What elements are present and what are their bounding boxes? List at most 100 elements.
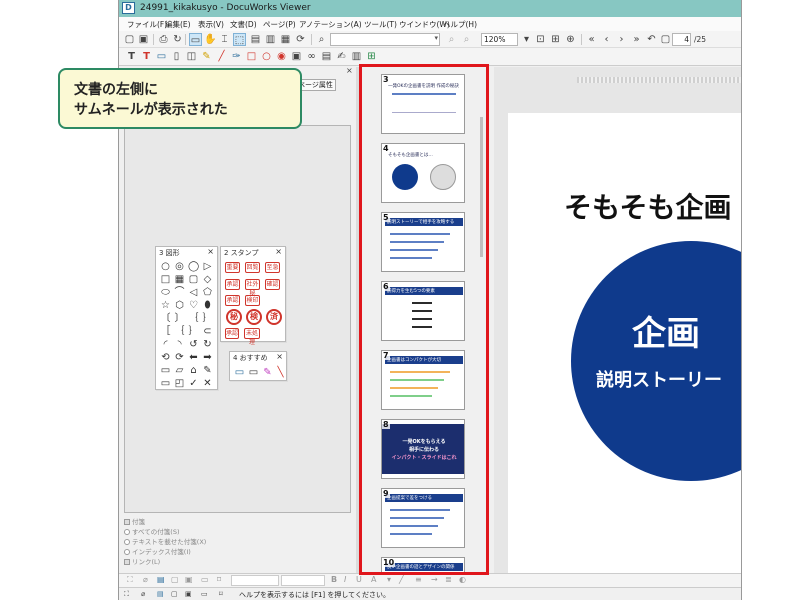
print-icon[interactable]: ⎙ <box>157 33 170 46</box>
text-select-icon[interactable]: ⌶ <box>218 33 231 46</box>
image-icon[interactable]: ▣ <box>290 50 303 63</box>
red-text-annotation-icon[interactable]: T <box>140 50 153 63</box>
speech-bubble-shape-icon[interactable]: ▭ <box>160 365 171 376</box>
bracket-right-shape-icon[interactable]: 〕 <box>174 313 185 324</box>
next-page-icon[interactable]: › <box>615 33 628 46</box>
ellipse-icon[interactable]: ○ <box>260 50 273 63</box>
brace-left-2-shape-icon[interactable]: ｛ <box>174 326 185 337</box>
stamp-circulate[interactable]: 回覧 <box>245 262 260 273</box>
check-shape-icon[interactable]: ✓ <box>188 378 199 389</box>
image-icon[interactable]: ▣ <box>185 575 193 584</box>
fuseni-option-all[interactable]: すべての付箋(S) <box>124 526 179 536</box>
last-page-icon[interactable]: » <box>630 33 643 46</box>
page-back-icon[interactable]: ↶ <box>645 33 658 46</box>
fit-width-icon[interactable]: ⊞ <box>549 33 562 46</box>
open-icon[interactable]: ▦ <box>279 33 292 46</box>
align-icon[interactable]: ≣ <box>445 575 452 584</box>
fit-page-icon[interactable]: ⊡ <box>534 33 547 46</box>
area-select-icon[interactable]: ⬚ <box>233 33 246 46</box>
arrow-right-shape-icon[interactable]: ➡ <box>202 352 213 363</box>
bookmark-icon[interactable]: ⌑ <box>217 575 221 584</box>
close-icon[interactable]: × <box>207 247 214 256</box>
sticky-note-icon[interactable]: ▭ <box>248 367 259 378</box>
search-input[interactable]: ▾ <box>330 33 440 46</box>
corner-left-shape-icon[interactable]: ◜ <box>160 339 171 350</box>
clip-icon[interactable]: ⌀ <box>141 590 145 598</box>
thumbnail-page-5[interactable]: 説明ストーリーで相手を攻略する 5 <box>381 212 465 272</box>
add-page-icon[interactable]: ⊞ <box>365 50 378 63</box>
bookmark-icon[interactable]: ⌑ <box>219 590 223 598</box>
stamp-secret-round[interactable]: 秘 <box>226 309 242 325</box>
page-number-input[interactable]: 4 <box>672 33 691 46</box>
barcode-icon[interactable]: ▥ <box>350 50 363 63</box>
grid-shape-icon[interactable]: ▦ <box>174 274 185 285</box>
thumbnail-page-7[interactable]: 企画書はコンパクトが大切 7 <box>381 350 465 410</box>
page-view-icon[interactable]: ▢ <box>659 33 672 46</box>
arrow-line-icon[interactable]: ╲ <box>275 367 286 378</box>
note-shape-icon[interactable]: ▭ <box>160 378 171 389</box>
link-icon[interactable]: ∞ <box>305 50 318 63</box>
rotate-icon[interactable]: ⟳ <box>294 33 307 46</box>
menu-help[interactable]: ヘルプ(H) <box>443 19 477 30</box>
font-select[interactable] <box>231 575 279 586</box>
triangle-left-shape-icon[interactable]: ◁ <box>188 287 199 298</box>
underline-icon[interactable]: U <box>356 575 362 584</box>
double-circle-shape-icon[interactable]: ◎ <box>174 261 185 272</box>
split-icon[interactable]: ▥ <box>264 33 277 46</box>
sticky-note-icon[interactable]: ▭ <box>155 50 168 63</box>
bracket-left-shape-icon[interactable]: 〔 <box>160 313 171 324</box>
view-mode-icon[interactable]: ▭ <box>189 33 202 46</box>
bundle-icon[interactable]: ▤ <box>249 33 262 46</box>
line-width-icon[interactable]: ≡ <box>415 575 422 584</box>
page-icon[interactable]: ▢ <box>171 575 179 584</box>
brace-right-shape-icon[interactable]: ｝ <box>202 313 213 324</box>
pen-shape-icon[interactable]: ✎ <box>202 365 213 376</box>
thumbnail-toggle-icon[interactable]: ▤ <box>157 590 164 598</box>
line-icon[interactable]: ╱ <box>215 50 228 63</box>
attachment-icon[interactable]: ▤ <box>320 50 333 63</box>
stamp-approve-3[interactable]: 承認 <box>225 328 239 339</box>
fuseni-icon[interactable]: ▭ <box>201 575 209 584</box>
diamond-shape-icon[interactable]: ◇ <box>202 274 213 285</box>
fuseni-icon[interactable]: ▭ <box>201 590 208 598</box>
line-color-icon[interactable]: ╱ <box>399 575 404 584</box>
link-checkbox[interactable] <box>124 559 130 565</box>
fuseni-option-index[interactable]: インデックス付箋(I) <box>124 546 191 556</box>
prev-page-icon[interactable]: ‹ <box>600 33 613 46</box>
thumbnail-page-6[interactable]: 説得力を生む5つの要素 6 <box>381 281 465 341</box>
rounded-square-shape-icon[interactable]: ▢ <box>188 274 199 285</box>
brace-left-shape-icon[interactable]: ｛ <box>188 313 199 324</box>
thumbnail-scrollbar[interactable] <box>480 117 483 257</box>
send-icon[interactable]: ↻ <box>171 33 184 46</box>
zoom-dropdown-icon[interactable]: ▾ <box>520 33 533 46</box>
stamp-done-round[interactable]: 済 <box>266 309 282 325</box>
thumbnail-view-icon[interactable]: ▤ <box>157 575 165 584</box>
star-shape-icon[interactable]: ☆ <box>160 300 171 311</box>
document-page[interactable]: そもそも企画 企画 説明ストーリー <box>508 113 741 573</box>
zoom-in-icon[interactable]: ⊕ <box>564 33 577 46</box>
house-shape-icon[interactable]: ⌂ <box>188 365 199 376</box>
stamp-approve[interactable]: 承認 <box>225 279 240 290</box>
square-bracket-shape-icon[interactable]: ［ <box>160 326 171 337</box>
rotate-right-shape-icon[interactable]: ↻ <box>202 339 213 350</box>
stamp-urgent[interactable]: 至急 <box>265 262 280 273</box>
stamp-icon[interactable]: ◉ <box>275 50 288 63</box>
mode-icon[interactable]: ⛶ <box>127 575 133 585</box>
triangle-shape-icon[interactable]: ▷ <box>202 261 213 272</box>
text-box-icon[interactable]: ▭ <box>234 367 245 378</box>
corner-box-shape-icon[interactable]: ◰ <box>174 378 185 389</box>
close-icon[interactable]: × <box>346 66 353 75</box>
menu-edit[interactable]: 編集(E) <box>165 19 191 30</box>
stamp-unprocessed[interactable]: 未処理 <box>244 328 260 346</box>
font-color-icon[interactable]: A <box>371 575 376 584</box>
ring-shape-icon[interactable]: ◯ <box>188 261 199 272</box>
thumbnail-page-4[interactable]: そもそも企画書とは… 4 <box>381 143 465 203</box>
text-annotation-icon[interactable]: T <box>125 50 138 63</box>
stamp-confirm[interactable]: 確認 <box>265 279 280 290</box>
thumbnail-page-8[interactable]: 一発OKをもらえる 相手に伝わる インパクト・スライドはこれ 8 <box>381 419 465 479</box>
subset-shape-icon[interactable]: ⊂ <box>202 326 213 337</box>
hand-tool-icon[interactable]: ✋ <box>204 33 217 46</box>
transparency-icon[interactable]: ◐ <box>459 575 466 584</box>
stamp-inspect[interactable]: 検印 <box>245 295 260 306</box>
parallelogram-shape-icon[interactable]: ▱ <box>174 365 185 376</box>
